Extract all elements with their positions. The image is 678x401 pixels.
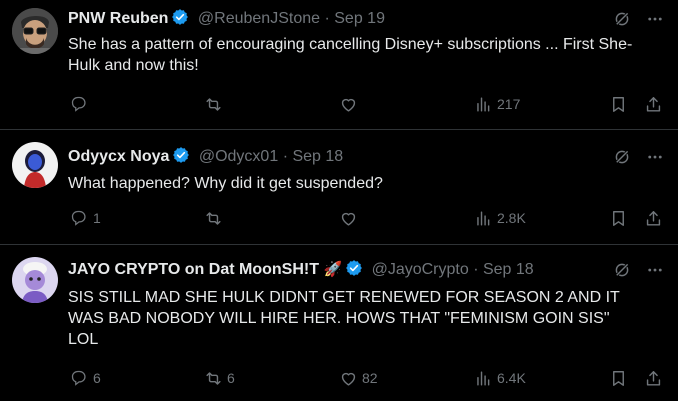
rocket-emoji-icon: 🚀 — [323, 261, 343, 278]
reply-count: 6 — [93, 370, 101, 386]
like-icon — [341, 212, 356, 226]
author-name[interactable]: Odyycx Noya — [68, 148, 169, 165]
author-name[interactable]: PNW Reuben — [68, 10, 168, 27]
views-icon — [477, 370, 490, 386]
verified-badge-icon[interactable] — [345, 259, 363, 277]
views-icon — [477, 96, 490, 112]
like-button[interactable] — [339, 94, 362, 114]
tweet-actions: 217 — [0, 94, 678, 114]
avatar-jayo-crypto[interactable] — [12, 257, 58, 303]
tweet-header: Odyycx Noya @Odycx01 · Sep 18 — [68, 146, 343, 166]
views-count: 217 — [497, 96, 521, 112]
like-button[interactable]: 82 — [339, 368, 378, 388]
separator-dot: · — [473, 261, 479, 278]
avatar-image — [12, 8, 58, 54]
grok-icon[interactable] — [613, 261, 631, 279]
share-button[interactable] — [644, 208, 663, 228]
tweet-text: She has a pattern of encouraging cancell… — [68, 36, 633, 74]
share-button[interactable] — [644, 94, 663, 114]
author-handle[interactable]: @JayoCrypto — [372, 261, 469, 278]
bookmark-button[interactable] — [609, 94, 628, 114]
verified-badge-icon[interactable] — [171, 8, 190, 26]
like-icon — [341, 372, 356, 386]
separator-dot: · — [324, 10, 330, 27]
reply-button[interactable]: 6 — [70, 368, 101, 388]
share-icon — [646, 370, 661, 386]
grok-icon[interactable] — [613, 10, 631, 28]
repost-icon — [206, 97, 221, 111]
repost-count: 6 — [227, 370, 235, 386]
tweet-date[interactable]: Sep 18 — [483, 261, 534, 278]
views-button[interactable]: 2.8K — [474, 208, 526, 228]
reply-button[interactable] — [70, 94, 93, 114]
author-name[interactable]: JAYO CRYPTO on Dat MoonSH!T — [68, 261, 319, 278]
tweet-2[interactable]: Odyycx Noya @Odycx01 · Sep 18 What happe… — [0, 130, 678, 245]
repost-button[interactable]: 6 — [204, 368, 235, 388]
tweet-actions: 1 2.8K — [0, 208, 678, 228]
author-handle[interactable]: @ReubenJStone — [198, 10, 320, 27]
tweet-header: PNW Reuben @ReubenJStone · Sep 19 — [68, 8, 385, 28]
avatar-pnw-reuben[interactable] — [12, 8, 58, 54]
reply-icon — [71, 96, 86, 111]
bookmark-icon — [613, 370, 624, 386]
tweet-header: JAYO CRYPTO on Dat MoonSH!T 🚀 @JayoCrypt… — [68, 259, 534, 279]
share-button[interactable] — [644, 368, 663, 388]
like-icon — [341, 98, 356, 112]
grok-icon[interactable] — [613, 148, 631, 166]
more-icon[interactable] — [646, 261, 664, 279]
views-button[interactable]: 6.4K — [474, 368, 526, 388]
tweet-3[interactable]: JAYO CRYPTO on Dat MoonSH!T 🚀 @JayoCrypt… — [0, 245, 678, 401]
tweet-date[interactable]: Sep 18 — [292, 148, 343, 165]
tweet-date[interactable]: Sep 19 — [334, 10, 385, 27]
avatar-odyycx-noya[interactable] — [12, 142, 58, 188]
avatar-image — [12, 142, 58, 188]
repost-icon — [206, 371, 221, 385]
views-count: 2.8K — [497, 210, 526, 226]
reply-button[interactable]: 1 — [70, 208, 101, 228]
tweet-actions: 6 6 82 6.4K — [0, 368, 678, 388]
verified-badge-icon[interactable] — [172, 146, 191, 164]
bookmark-button[interactable] — [609, 208, 628, 228]
reply-icon — [71, 370, 86, 385]
repost-icon — [206, 211, 221, 225]
more-icon[interactable] — [646, 10, 664, 28]
repost-button[interactable] — [204, 94, 227, 114]
like-count: 82 — [362, 370, 378, 386]
tweet-1[interactable]: PNW Reuben @ReubenJStone · Sep 19 She ha… — [0, 0, 678, 130]
tweet-text: SIS STILL MAD SHE HULK DIDNT GET RENEWED… — [68, 289, 620, 348]
views-icon — [477, 210, 490, 226]
repost-button[interactable] — [204, 208, 227, 228]
author-handle[interactable]: @Odycx01 — [199, 148, 278, 165]
reply-icon — [71, 210, 86, 225]
avatar-image — [12, 257, 58, 303]
bookmark-icon — [613, 210, 624, 226]
tweet-text: What happened? Why did it get suspended? — [68, 175, 383, 192]
views-count: 6.4K — [497, 370, 526, 386]
share-icon — [646, 96, 661, 112]
like-button[interactable] — [339, 208, 362, 228]
views-button[interactable]: 217 — [474, 94, 520, 114]
separator-dot: · — [282, 148, 289, 165]
reply-count: 1 — [93, 210, 101, 226]
bookmark-icon — [613, 96, 624, 112]
bookmark-button[interactable] — [609, 368, 628, 388]
more-icon[interactable] — [646, 148, 664, 166]
share-icon — [646, 210, 661, 226]
